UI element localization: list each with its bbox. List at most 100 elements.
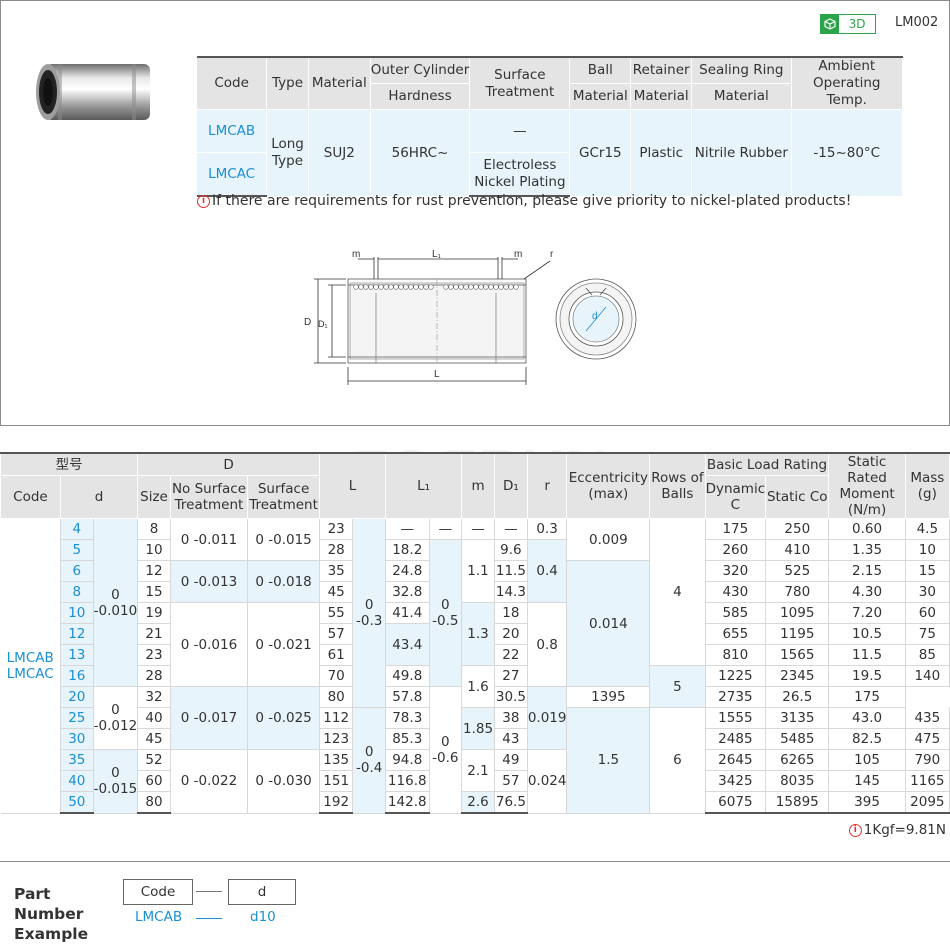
L1-tol-cell: 0 -0.6 [429,686,463,814]
dynamic-cell: 1225 [705,665,767,687]
eccentricity-cell: 0.009 [566,518,651,561]
dynamic-cell: 2485 [705,728,767,750]
moment-cell: 0.60 [828,518,906,540]
d-cell[interactable]: 16 [60,665,94,687]
r-cell: 0.3 [527,518,568,540]
header-rows: Rows of Balls [649,452,706,519]
label-r: r [550,249,554,260]
d-cell[interactable]: 30 [60,728,94,750]
D1-cell: 38 [494,707,528,729]
size-cell: 52 [137,749,171,771]
L1-cell: 85.3 [385,728,430,750]
size-cell: 40 [137,707,171,729]
D1-cell: 22 [494,644,528,666]
size-cell: 23 [137,644,171,666]
L-cell: 123 [319,728,354,750]
eccentricity-cell: 0.019 [527,686,568,750]
example-code[interactable]: LMCAB [135,909,182,925]
no-surface-tol-cell: 0 -0.022 [170,749,249,814]
d-cell[interactable]: 20 [60,686,94,708]
mass-cell: 4.5 [905,518,950,540]
header-code: Code [0,475,61,519]
dynamic-cell: 430 [705,581,767,603]
D1-cell: 57 [494,770,528,792]
rows-cell: 4 [649,518,706,666]
eccentricity-cell: 0.014 [566,560,651,687]
header-retainer-material: Material [630,83,693,110]
code-link-lmcab[interactable]: LMCAB [197,109,268,153]
size-cell: 21 [137,623,171,645]
surface-cell-nickel: Electroless Nickel Plating [469,152,571,197]
header-mass: Mass (g) [904,452,950,519]
D1-cell: 11.5 [494,560,528,582]
example-dash [196,918,222,919]
dynamic-cell: 810 [705,644,767,666]
d-cell[interactable]: 12 [60,623,94,645]
m-cell: — [461,518,495,540]
static-cell: 15895 [765,791,830,814]
info-icon: i [848,823,862,837]
L-cell: 45 [319,581,354,603]
static-cell: 2345 [765,665,830,687]
d-cell[interactable]: 5 [60,539,94,561]
L-cell: 151 [319,770,354,792]
d-cell[interactable]: 35 [60,749,94,771]
header-material: Material [308,56,371,110]
material-cell: SUJ2 [308,109,371,196]
header-d: d [59,475,139,519]
label-l1: L₁ [432,249,442,260]
d-cell[interactable]: 40 [60,770,94,792]
d-cell[interactable]: 10 [60,602,94,624]
mass-cell: 30 [905,581,950,603]
header-D: D [137,452,320,477]
d-cell[interactable]: 6 [60,560,94,582]
label-d1: D₁ [318,319,328,329]
r-cell: 0.8 [527,602,568,687]
header-size: Size [137,475,171,519]
mass-cell: 790 [905,749,950,771]
header-surface-treatment: Surface Treatment [469,56,571,110]
L1-tol-cell: — [429,518,463,540]
static-cell: 1095 [765,602,830,624]
d-cell[interactable]: 13 [60,644,94,666]
header-L1: L₁ [384,452,463,519]
D1-cell: 76.5 [494,791,528,814]
static-cell: 1565 [765,644,830,666]
code-link-lmcac[interactable]: LMCAC [197,152,268,197]
example-d[interactable]: d10 [250,909,276,925]
L-cell: 28 [319,539,354,561]
part-number-section: Part Number Example Code d LMCAB d10 [0,861,950,943]
header-retainer: Retainer [630,56,693,84]
moment-cell: 145 [828,770,906,792]
moment-cell: 19.5 [828,665,906,687]
d-cell[interactable]: 50 [60,791,94,814]
dynamic-cell: 260 [705,539,767,561]
size-cell: 19 [137,602,171,624]
d-cell[interactable]: 25 [60,707,94,729]
mass-cell: 2095 [905,791,950,814]
L-cell: 70 [319,665,354,687]
D1-cell: 20 [494,623,528,645]
size-cell: 12 [137,560,171,582]
code-cell[interactable]: LMCAB LMCAC [0,518,61,814]
d-tol-cell: 0 -0.012 [93,686,139,750]
D1-cell: — [494,518,528,540]
moment-cell: 2.15 [828,560,906,582]
L-tol-cell: 0 -0.4 [352,707,386,814]
label-d-outer: D [304,317,311,328]
surface-tol-cell: 0 -0.030 [247,749,320,814]
d-cell[interactable]: 8 [60,581,94,603]
D1-cell: 43 [494,728,528,750]
header-code: Code [197,56,268,110]
ball-material-cell: GCr15 [569,109,632,196]
header-m: m [461,452,495,519]
header-moment: Static Rated Moment (N/m) [828,452,906,519]
type-cell: Long Type [266,109,309,196]
static-cell: 250 [765,518,830,540]
moment-cell: 11.5 [828,644,906,666]
L-cell: 55 [319,602,354,624]
3d-model-button[interactable]: 3D [820,14,876,34]
mass-cell: 75 [905,623,950,645]
static-cell: 5485 [765,728,830,750]
d-cell[interactable]: 4 [60,518,94,540]
